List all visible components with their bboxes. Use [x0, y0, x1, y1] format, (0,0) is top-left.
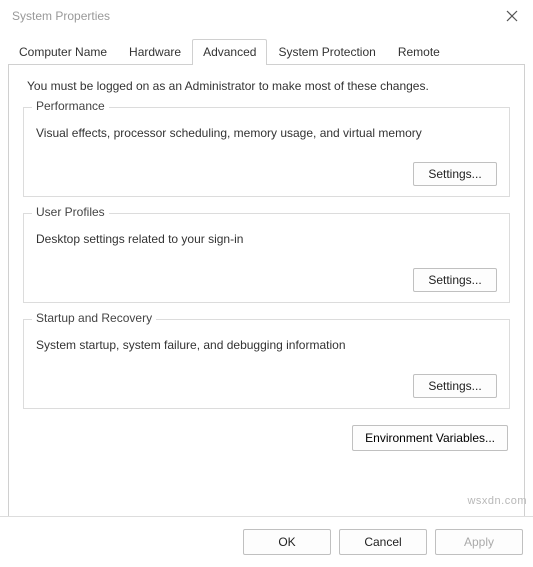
group-startup-desc: System startup, system failure, and debu…: [36, 338, 497, 352]
group-performance-title: Performance: [32, 99, 109, 113]
tab-computer-name[interactable]: Computer Name: [8, 39, 118, 65]
tab-advanced[interactable]: Advanced: [192, 39, 267, 65]
group-user-profiles: User Profiles Desktop settings related t…: [23, 213, 510, 303]
group-performance-desc: Visual effects, processor scheduling, me…: [36, 126, 497, 140]
tab-hardware[interactable]: Hardware: [118, 39, 192, 65]
window-title: System Properties: [12, 9, 110, 23]
dialog-footer: OK Cancel Apply: [0, 516, 533, 567]
close-icon[interactable]: [501, 5, 523, 27]
performance-settings-button[interactable]: Settings...: [413, 162, 497, 186]
tab-system-protection[interactable]: System Protection: [267, 39, 386, 65]
user-profiles-settings-button[interactable]: Settings...: [413, 268, 497, 292]
group-startup-title: Startup and Recovery: [32, 311, 156, 325]
group-startup-recovery: Startup and Recovery System startup, sys…: [23, 319, 510, 409]
watermark-text: wsxdn.com: [467, 495, 527, 507]
group-performance: Performance Visual effects, processor sc…: [23, 107, 510, 197]
ok-button[interactable]: OK: [243, 529, 331, 555]
tab-panel-advanced: You must be logged on as an Administrato…: [8, 64, 525, 526]
apply-button[interactable]: Apply: [435, 529, 523, 555]
cancel-button[interactable]: Cancel: [339, 529, 427, 555]
title-bar: System Properties: [0, 0, 533, 32]
group-user-profiles-title: User Profiles: [32, 205, 109, 219]
tab-remote[interactable]: Remote: [387, 39, 451, 65]
group-user-profiles-desc: Desktop settings related to your sign-in: [36, 232, 497, 246]
environment-variables-button[interactable]: Environment Variables...: [352, 425, 508, 451]
intro-text: You must be logged on as an Administrato…: [27, 79, 508, 93]
startup-settings-button[interactable]: Settings...: [413, 374, 497, 398]
tab-strip: Computer Name Hardware Advanced System P…: [0, 32, 533, 64]
